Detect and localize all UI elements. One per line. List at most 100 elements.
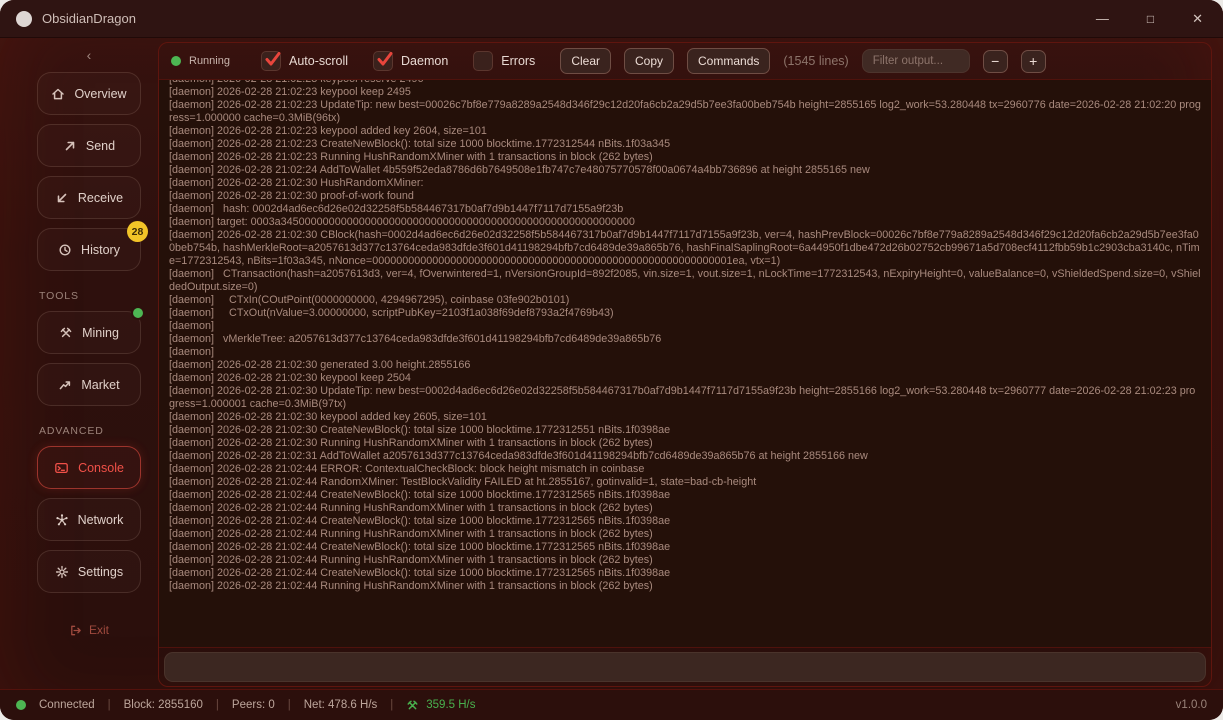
log-lines-container: [daemon] 2026-02-28 21:02:23 keypool res… <box>169 80 1201 593</box>
errors-checkbox[interactable]: Errors <box>473 51 535 71</box>
log-line: [daemon] 2026-02-28 21:02:44 CreateNewBl… <box>169 541 1201 554</box>
log-line: [daemon] 2026-02-28 21:02:23 keypool kee… <box>169 86 1201 99</box>
log-line: [daemon] 2026-02-28 21:02:44 Running Hus… <box>169 554 1201 567</box>
log-line: [daemon] 2026-02-28 21:02:30 keypool add… <box>169 411 1201 424</box>
filter-input[interactable] <box>862 49 970 73</box>
maximize-icon[interactable]: □ <box>1143 11 1158 27</box>
checkmark-icon <box>263 49 283 69</box>
sidebar: ‹ Overview Send Receive History 28 TOOLS <box>30 44 158 638</box>
sidebar-section-advanced: ADVANCED <box>39 425 104 437</box>
sidebar-item-history[interactable]: History 28 <box>37 228 141 271</box>
log-line: [daemon] 2026-02-28 21:02:30 CreateNewBl… <box>169 424 1201 437</box>
sidebar-item-settings[interactable]: Settings <box>37 550 141 593</box>
titlebar: ObsidianDragon — □ ✕ <box>0 0 1223 38</box>
statusbar: Connected | Block: 2855160 | Peers: 0 | … <box>0 689 1223 720</box>
command-row <box>159 647 1211 686</box>
console-toolbar: Running Auto-scroll Daemon Errors Clear … <box>159 43 1211 80</box>
log-line: [daemon] CTxIn(COutPoint(0000000000, 429… <box>169 294 1201 307</box>
checkmark-icon <box>375 49 395 69</box>
terminal-icon <box>54 461 69 475</box>
log-output[interactable]: [daemon] 2026-02-28 21:02:23 keypool res… <box>159 80 1211 647</box>
sidebar-item-market[interactable]: Market <box>37 363 141 406</box>
log-line: [daemon] 2026-02-28 21:02:30 Running Hus… <box>169 437 1201 450</box>
log-line: [daemon] <box>169 320 1201 333</box>
content-area: ‹ Overview Send Receive History 28 TOOLS <box>0 38 1223 689</box>
history-badge: 28 <box>127 221 148 242</box>
arrow-down-left-icon <box>55 191 69 205</box>
daemon-status: Running <box>171 55 230 67</box>
network-nodes-icon <box>55 513 69 527</box>
home-icon <box>51 87 65 101</box>
connection-status-dot <box>16 700 26 710</box>
peers-count: Peers: 0 <box>232 699 275 711</box>
exit-label: Exit <box>89 623 109 637</box>
local-hashrate-group: 359.5 H/s <box>406 699 475 712</box>
running-status-dot <box>171 56 181 66</box>
log-line: [daemon] 2026-02-28 21:02:23 UpdateTip: … <box>169 99 1201 125</box>
sidebar-item-receive[interactable]: Receive <box>37 176 141 219</box>
sidebar-item-label: Overview <box>74 87 126 101</box>
exit-button[interactable]: Exit <box>37 622 141 638</box>
log-line: [daemon] 2026-02-28 21:02:44 Running Hus… <box>169 580 1201 593</box>
log-line: [daemon] 2026-02-28 21:02:30 HushRandomX… <box>169 177 1201 190</box>
log-line: [daemon] hash: 0002d4ad6ec6d26e02d32258f… <box>169 203 1201 216</box>
errors-label: Errors <box>501 54 535 68</box>
sidebar-item-label: Receive <box>78 191 123 205</box>
font-increase-button[interactable]: + <box>1021 50 1046 73</box>
checkbox-box <box>261 51 281 71</box>
sidebar-item-label: Market <box>81 378 119 392</box>
log-line: [daemon] <box>169 346 1201 359</box>
sidebar-item-send[interactable]: Send <box>37 124 141 167</box>
checkbox-box <box>373 51 393 71</box>
app-title: ObsidianDragon <box>42 11 136 26</box>
statusbar-separator: | <box>288 699 291 711</box>
log-line: [daemon] 2026-02-28 21:02:23 keypool add… <box>169 125 1201 138</box>
sidebar-item-label: Network <box>78 513 124 527</box>
statusbar-separator: | <box>390 699 393 711</box>
network-hashrate: Net: 478.6 H/s <box>304 699 378 711</box>
commands-button[interactable]: Commands <box>687 48 770 74</box>
log-line: [daemon] 2026-02-28 21:02:30 proof-of-wo… <box>169 190 1201 203</box>
arrow-up-right-icon <box>63 139 77 153</box>
close-icon[interactable]: ✕ <box>1188 10 1207 27</box>
sidebar-item-console[interactable]: Console <box>37 446 141 489</box>
sidebar-item-mining[interactable]: Mining <box>37 311 141 354</box>
log-line: [daemon] 2026-02-28 21:02:30 generated 3… <box>169 359 1201 372</box>
app-window: ObsidianDragon — □ ✕ ‹ Overview Send Rec… <box>0 0 1223 720</box>
sidebar-item-label: Console <box>78 461 124 475</box>
daemon-label: Daemon <box>401 54 448 68</box>
log-line: [daemon] 2026-02-28 21:02:44 CreateNewBl… <box>169 515 1201 528</box>
log-line: [daemon] 2026-02-28 21:02:44 Running Hus… <box>169 528 1201 541</box>
lines-count: (1545 lines) <box>783 54 848 68</box>
log-line: [daemon] CTxOut(nValue=3.00000000, scrip… <box>169 307 1201 320</box>
sidebar-item-label: History <box>81 243 120 257</box>
sidebar-item-label: Mining <box>82 326 119 340</box>
autoscroll-checkbox[interactable]: Auto-scroll <box>261 51 348 71</box>
sidebar-item-label: Send <box>86 139 115 153</box>
log-line: [daemon] 2026-02-28 21:02:44 CreateNewBl… <box>169 567 1201 580</box>
font-decrease-button[interactable]: − <box>983 50 1008 73</box>
block-height: Block: 2855160 <box>124 699 203 711</box>
app-version: v1.0.0 <box>1176 699 1207 711</box>
copy-button[interactable]: Copy <box>624 48 674 74</box>
app-logo-icon <box>16 11 32 27</box>
sidebar-item-overview[interactable]: Overview <box>37 72 141 115</box>
log-line: [daemon] 2026-02-28 21:02:30 keypool kee… <box>169 372 1201 385</box>
autoscroll-label: Auto-scroll <box>289 54 348 68</box>
log-line: [daemon] 2026-02-28 21:02:44 ERROR: Cont… <box>169 463 1201 476</box>
sidebar-item-network[interactable]: Network <box>37 498 141 541</box>
log-line: [daemon] 2026-02-28 21:02:44 CreateNewBl… <box>169 489 1201 502</box>
sidebar-collapse-icon[interactable]: ‹ <box>37 46 141 64</box>
minimize-icon[interactable]: — <box>1092 10 1113 27</box>
log-line: [daemon] 2026-02-28 21:02:30 CBlock(hash… <box>169 229 1201 268</box>
log-line: [daemon] 2026-02-28 21:02:23 Running Hus… <box>169 151 1201 164</box>
clock-icon <box>58 243 72 257</box>
mining-active-dot <box>133 308 143 318</box>
log-line: [daemon] 2026-02-28 21:02:31 AddToWallet… <box>169 450 1201 463</box>
command-input[interactable] <box>164 652 1206 682</box>
clear-button[interactable]: Clear <box>560 48 611 74</box>
daemon-checkbox[interactable]: Daemon <box>373 51 448 71</box>
log-line: [daemon] 2026-02-28 21:02:44 Running Hus… <box>169 502 1201 515</box>
gear-icon <box>55 565 69 579</box>
log-line: [daemon] 2026-02-28 21:02:24 AddToWallet… <box>169 164 1201 177</box>
